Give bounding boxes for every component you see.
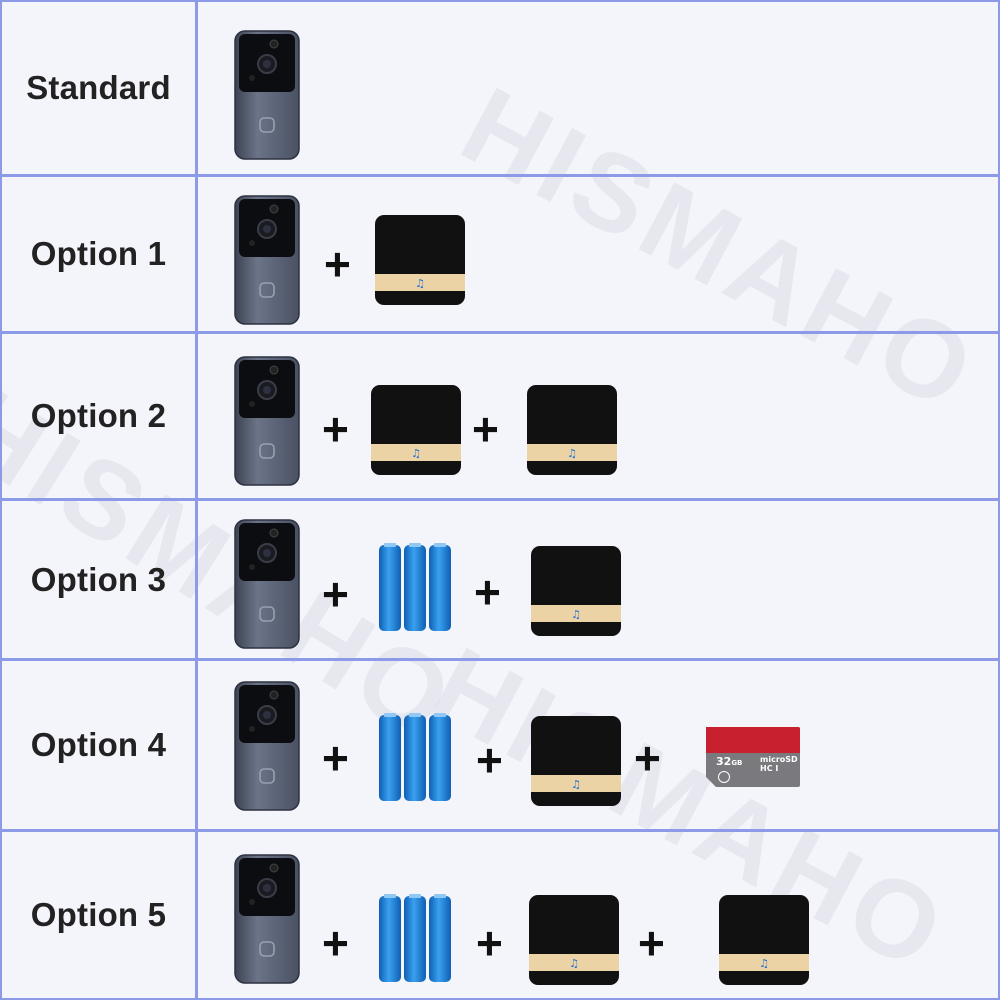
option-row-1: Option 1 + bbox=[2, 177, 998, 334]
label-cell: Option 5 bbox=[2, 832, 198, 998]
battery-pack-icon bbox=[378, 894, 452, 984]
option-label: Option 5 bbox=[30, 896, 167, 933]
label-cell: Option 3 bbox=[2, 501, 198, 658]
plus-sign: + bbox=[476, 917, 503, 969]
chime-receiver-icon bbox=[370, 384, 462, 476]
battery-pack-icon bbox=[378, 713, 452, 803]
option-row-5: Option 5 + + + bbox=[2, 832, 998, 998]
chime-receiver-icon bbox=[530, 715, 622, 807]
label-cell: Option 1 bbox=[2, 177, 198, 331]
doorbell-icon bbox=[234, 30, 300, 160]
sd-format: SD bbox=[785, 755, 798, 764]
plus-sign: + bbox=[322, 403, 349, 455]
options-table: HISMAHO HISMAHO HISMAHO Standard Option … bbox=[0, 0, 1000, 1000]
plus-sign: + bbox=[322, 917, 349, 969]
option-row-standard: Standard bbox=[2, 2, 998, 177]
option-label: Option 3 bbox=[30, 560, 167, 598]
plus-sign: + bbox=[472, 403, 499, 455]
kit-contents: + + + 32GB microSD HC I bbox=[198, 661, 998, 829]
chime-receiver-icon bbox=[374, 214, 466, 306]
kit-contents bbox=[198, 2, 998, 174]
doorbell-icon bbox=[234, 854, 300, 984]
label-cell: Standard bbox=[2, 2, 198, 174]
option-label: Option 2 bbox=[30, 397, 167, 434]
sd-capacity: 32 bbox=[716, 755, 732, 768]
plus-sign: + bbox=[476, 734, 503, 786]
kit-contents: + + bbox=[198, 501, 998, 658]
doorbell-icon bbox=[234, 195, 300, 325]
chime-receiver-icon bbox=[528, 894, 620, 986]
plus-sign: + bbox=[324, 238, 351, 290]
sd-brand: micro bbox=[760, 755, 786, 764]
plus-sign: + bbox=[638, 917, 665, 969]
chime-receiver-icon bbox=[530, 545, 622, 637]
plus-sign: + bbox=[474, 566, 501, 618]
sd-card-icon: 32GB microSD HC I bbox=[702, 725, 802, 789]
plus-sign: + bbox=[322, 568, 349, 620]
option-row-4: Option 4 + + + 32GB microSD HC I bbox=[2, 661, 998, 832]
option-label: Option 1 bbox=[30, 235, 167, 272]
doorbell-icon bbox=[234, 356, 300, 486]
chime-receiver-icon bbox=[718, 894, 810, 986]
kit-contents: + + bbox=[198, 334, 998, 498]
option-label: Standard bbox=[26, 69, 171, 106]
doorbell-icon bbox=[234, 681, 300, 811]
plus-sign: + bbox=[322, 732, 349, 784]
kit-contents: + bbox=[198, 177, 998, 331]
option-row-3: Option 3 + + bbox=[2, 501, 998, 661]
chime-receiver-icon bbox=[526, 384, 618, 476]
sd-class-mark: HC I bbox=[760, 764, 779, 773]
plus-sign: + bbox=[634, 732, 661, 784]
class-10-icon bbox=[718, 771, 730, 783]
option-row-2: Option 2 + + bbox=[2, 334, 998, 501]
kit-contents: + + + bbox=[198, 832, 998, 998]
battery-pack-icon bbox=[378, 543, 452, 633]
doorbell-icon bbox=[234, 519, 300, 649]
label-cell: Option 2 bbox=[2, 334, 198, 498]
sd-unit: GB bbox=[731, 759, 743, 767]
label-cell: Option 4 bbox=[2, 661, 198, 829]
option-label: Option 4 bbox=[30, 726, 167, 763]
